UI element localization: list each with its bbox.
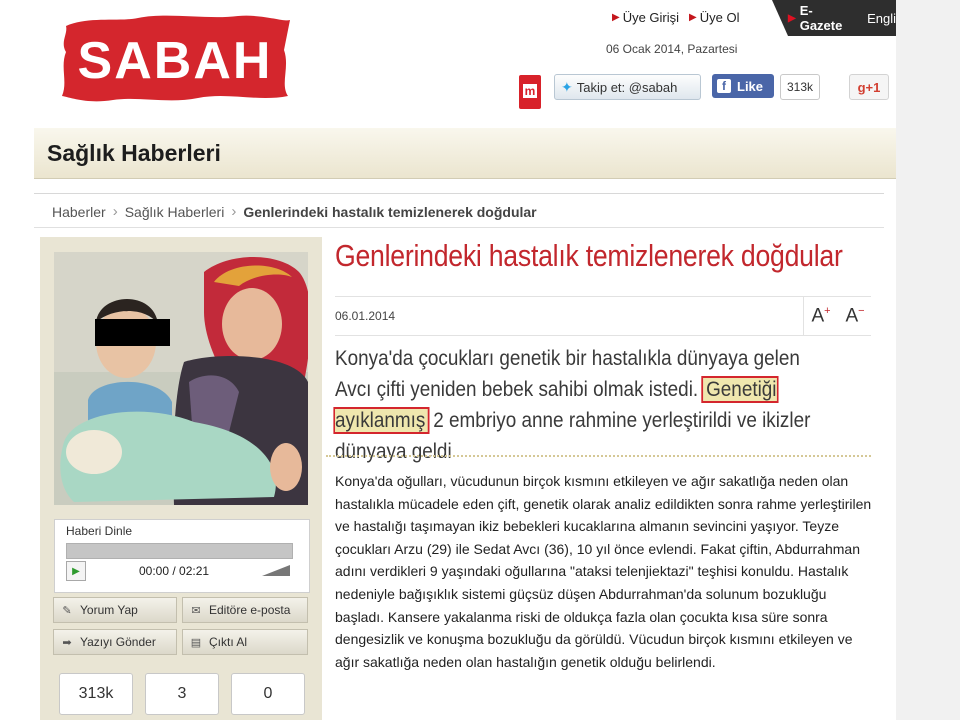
article-body: Konya'da oğulları, vücudunun birçok kısm… <box>335 473 872 670</box>
header-date: 06 Ocak 2014, Pazartesi <box>606 42 738 56</box>
comment-button[interactable]: ✎ Yorum Yap <box>53 597 177 623</box>
audio-player: Haberi Dinle ▶ 00:00 / 02:21 <box>54 519 310 593</box>
dotted-divider <box>326 455 871 457</box>
article-meta-row: 06.01.2014 A+ A− <box>335 296 871 336</box>
print-label: Çıktı Al <box>209 635 248 649</box>
chevron-right-icon: › <box>112 203 118 220</box>
article-photo <box>54 252 308 505</box>
english-link[interactable]: Engli <box>867 11 896 26</box>
page: SABAH ▶ Üye Girişi ▶ Üye Ol ▶ E-Gazete E… <box>0 0 896 720</box>
section-header: Sağlık Haberleri <box>34 128 896 179</box>
audio-player-label: Haberi Dinle <box>66 524 133 538</box>
gplus-button[interactable]: g+1 <box>849 74 889 100</box>
facebook-like-button[interactable]: f Like <box>712 74 774 98</box>
breadcrumb: Haberler › Sağlık Haberleri › Genlerinde… <box>52 203 537 220</box>
signup-label: Üye Ol <box>699 9 740 25</box>
chevron-right-icon: › <box>231 203 237 220</box>
caret-right-icon: ▶ <box>788 12 796 24</box>
twitter-label: Takip et: @sabah <box>576 79 678 95</box>
comment-label: Yorum Yap <box>80 603 138 617</box>
mother-child-photo-image <box>54 252 308 505</box>
article-lead: Konya'da çocukları genetik bir hastalıkl… <box>333 343 826 467</box>
divider <box>34 193 884 194</box>
divider <box>34 227 884 228</box>
share-count-twitter: 3 <box>145 673 219 715</box>
envelope-icon: ✉ <box>191 604 201 617</box>
caret-right-icon: ▶ <box>689 11 697 23</box>
audio-time: 00:00 / 02:21 <box>139 564 210 578</box>
caret-right-icon: ▶ <box>612 11 620 23</box>
share-count-facebook: 313k <box>59 673 133 715</box>
send-article-button[interactable]: ➡ Yazıyı Gönder <box>53 629 177 655</box>
sabah-logo[interactable]: SABAH <box>58 12 293 102</box>
facebook-f-icon: f <box>717 79 731 93</box>
font-increase-button[interactable]: A+ <box>811 305 830 327</box>
milliyet-m-icon[interactable]: m <box>519 75 541 109</box>
breadcrumb-current: Genlerindeki hastalık temizlenerek doğdu… <box>243 203 537 220</box>
font-size-controls: A+ A− <box>803 297 872 335</box>
minus-icon: − <box>858 304 865 317</box>
pencil-icon: ✎ <box>62 604 72 617</box>
turkey-flag-logo-icon: SABAH <box>62 15 290 102</box>
font-decrease-button[interactable]: A− <box>845 305 864 327</box>
egazete-bar: ▶ E-Gazete Engli <box>772 0 896 36</box>
facebook-like-count: 313k <box>780 74 820 100</box>
printer-icon: ▤ <box>190 636 202 649</box>
twitter-follow-button[interactable]: ✦ Takip et: @sabah <box>554 74 701 100</box>
logo-text: SABAH <box>78 32 273 90</box>
print-button[interactable]: ▤ Çıktı Al <box>182 629 308 655</box>
section-title: Sağlık Haberleri <box>47 140 221 166</box>
email-editor-label: Editöre e-posta <box>209 603 291 617</box>
send-arrow-icon: ➡ <box>62 636 72 649</box>
audio-progress-bar[interactable] <box>66 543 293 559</box>
volume-icon[interactable] <box>262 565 290 576</box>
breadcrumb-section[interactable]: Sağlık Haberleri <box>125 204 225 220</box>
play-icon[interactable]: ▶ <box>66 561 86 581</box>
egazete-link[interactable]: E-Gazete <box>800 3 853 33</box>
login-label: Üye Girişi <box>622 9 680 25</box>
page-gutter <box>896 0 960 720</box>
face-blur-bar <box>95 319 170 346</box>
share-count-other: 0 <box>231 673 305 715</box>
facebook-label: Like <box>737 78 764 94</box>
signup-link[interactable]: ▶ Üye Ol <box>689 10 739 25</box>
login-link[interactable]: ▶ Üye Girişi <box>612 10 679 25</box>
top-links: ▶ Üye Girişi ▶ Üye Ol <box>612 4 749 30</box>
send-article-label: Yazıyı Gönder <box>80 635 156 649</box>
plus-icon: + <box>824 304 831 317</box>
twitter-bird-icon: ✦ <box>561 78 573 95</box>
article-title: Genlerindeki hastalık temizlenerek doğdu… <box>335 238 843 273</box>
breadcrumb-home[interactable]: Haberler <box>52 204 106 220</box>
email-editor-button[interactable]: ✉ Editöre e-posta <box>182 597 308 623</box>
article-date: 06.01.2014 <box>335 309 396 323</box>
